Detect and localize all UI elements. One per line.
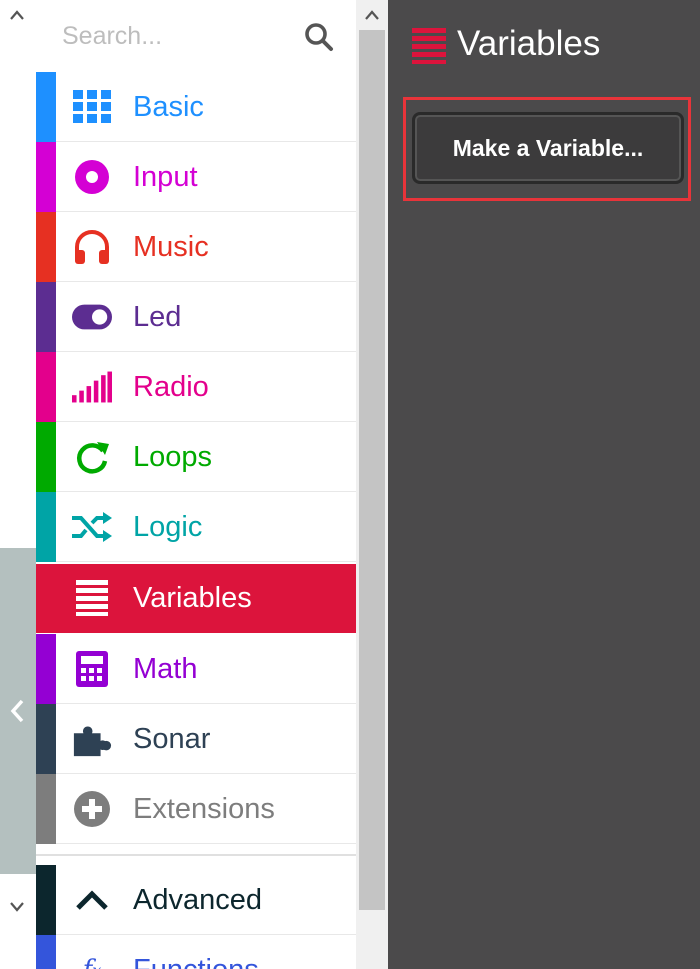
scroll-up-button[interactable] <box>0 0 34 30</box>
makecode-editor: Basic Input Music <box>0 0 700 969</box>
category-color-bar <box>36 634 56 704</box>
category-input[interactable]: Input <box>36 142 356 212</box>
make-variable-button[interactable]: Make a Variable... <box>412 112 684 184</box>
category-loops[interactable]: Loops <box>36 422 356 492</box>
list-icon <box>412 28 446 64</box>
category-color-bar <box>36 935 56 969</box>
toolbox-divider <box>36 854 356 856</box>
category-label: Math <box>133 653 198 685</box>
chevron-left-icon <box>10 699 24 723</box>
search-row <box>36 0 356 72</box>
list-icon <box>72 579 112 617</box>
category-radio[interactable]: Radio <box>36 352 356 422</box>
category-label: Music <box>133 231 209 263</box>
category-sonar[interactable]: Sonar <box>36 704 356 774</box>
chevron-up-icon <box>72 881 112 919</box>
category-label: Functions <box>133 935 259 969</box>
category-led[interactable]: Led <box>36 282 356 352</box>
category-color-bar <box>36 212 56 282</box>
toolbox-scrollbar[interactable] <box>356 0 388 969</box>
category-basic[interactable]: Basic <box>36 72 356 142</box>
function-icon: ƒx <box>72 951 112 969</box>
flyout-title: Variables <box>457 24 601 63</box>
scrollbar-thumb[interactable] <box>359 30 385 910</box>
category-variables[interactable]: Variables <box>36 564 356 633</box>
category-label: Sonar <box>133 723 211 755</box>
category-math[interactable]: Math <box>36 634 356 704</box>
category-color-bar <box>36 282 56 352</box>
category-label: Extensions <box>133 793 275 825</box>
category-color-bar <box>36 72 56 142</box>
signal-bars-icon <box>72 368 112 406</box>
target-icon <box>72 158 112 196</box>
category-label: Advanced <box>133 884 262 916</box>
grid-icon <box>72 88 112 126</box>
chevron-down-icon <box>10 902 24 912</box>
variables-flyout: Variables Make a Variable... <box>388 0 700 969</box>
category-label: Logic <box>133 511 203 543</box>
category-color-bar <box>36 774 56 844</box>
category-logic[interactable]: Logic <box>36 492 356 562</box>
category-color-bar <box>36 422 56 492</box>
category-label: Radio <box>133 371 209 403</box>
category-label: Loops <box>133 441 213 473</box>
headphones-icon <box>72 228 112 266</box>
category-extensions[interactable]: Extensions <box>36 774 356 844</box>
category-color-bar <box>36 352 56 422</box>
calculator-icon <box>72 650 112 688</box>
shuffle-icon <box>72 508 112 546</box>
search-input[interactable] <box>62 18 302 54</box>
refresh-icon <box>72 438 112 476</box>
category-color-bar <box>36 704 56 774</box>
category-music[interactable]: Music <box>36 212 356 282</box>
toggle-icon <box>72 298 112 336</box>
collapse-toolbox-button[interactable] <box>0 548 36 874</box>
category-label: Basic <box>133 91 204 123</box>
chevron-up-icon <box>10 10 24 20</box>
search-icon[interactable] <box>304 22 334 52</box>
scrollbar-up-button[interactable] <box>356 0 388 30</box>
category-color-bar <box>36 142 56 212</box>
category-advanced[interactable]: Advanced <box>36 865 356 935</box>
category-label: Variables <box>133 582 252 614</box>
category-functions[interactable]: ƒx Functions <box>36 935 356 969</box>
puzzle-icon <box>72 720 112 758</box>
category-label: Led <box>133 301 182 333</box>
scroll-down-button[interactable] <box>0 892 34 922</box>
category-color-bar <box>36 492 56 562</box>
chevron-up-icon <box>365 10 379 20</box>
toolbox: Basic Input Music <box>36 0 356 969</box>
category-color-bar <box>36 865 56 935</box>
plus-circle-icon <box>72 790 112 828</box>
category-label: Input <box>133 161 198 193</box>
